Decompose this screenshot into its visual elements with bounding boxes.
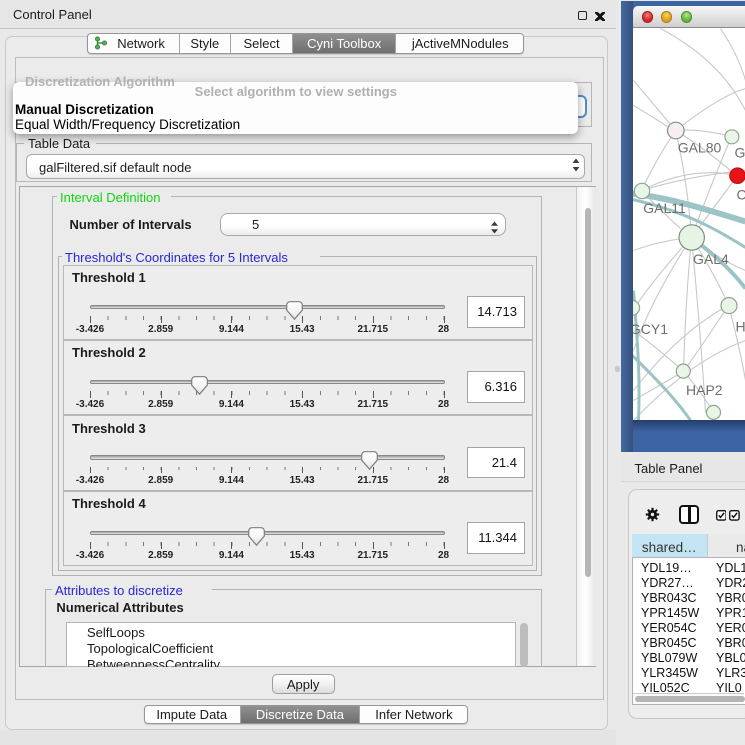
svg-text:HAP2: HAP2	[686, 382, 723, 398]
svg-text:GAL4: GAL4	[693, 251, 729, 267]
svg-text:C: C	[736, 186, 745, 202]
svg-text:GA: GA	[734, 144, 745, 160]
svg-text:GCY1: GCY1	[633, 321, 668, 337]
svg-text:GAL80: GAL80	[677, 139, 721, 155]
svg-text:H: H	[735, 318, 745, 334]
svg-text:GAL11: GAL11	[643, 200, 686, 216]
